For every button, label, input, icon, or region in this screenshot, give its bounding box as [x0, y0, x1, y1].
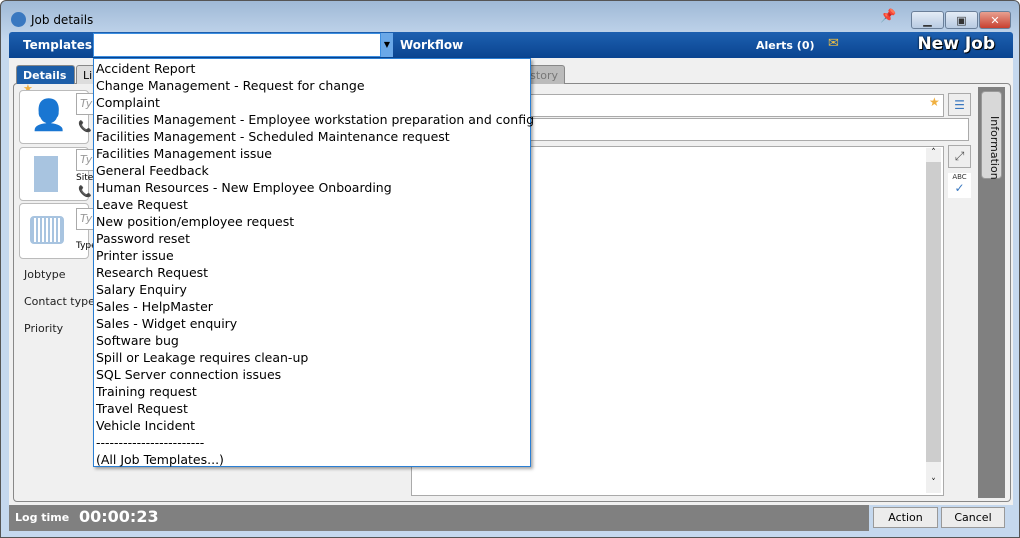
templates-dropdown-list: Accident Report Change Management - Reque…: [93, 58, 534, 468]
dropdown-item[interactable]: Salary Enquiry: [94, 281, 530, 298]
workflow-label[interactable]: Workflow: [400, 38, 463, 52]
building-icon: [34, 156, 58, 192]
maximize-button[interactable]: ▣: [945, 11, 978, 29]
log-time-value: 00:00:23: [79, 507, 159, 526]
jobtype-label: Jobtype: [24, 268, 66, 281]
phone-icon: 📞: [78, 120, 92, 133]
dropdown-item[interactable]: SQL Server connection issues: [94, 366, 530, 383]
log-time-label: Log time: [15, 511, 70, 524]
dropdown-item[interactable]: Printer issue: [94, 247, 530, 264]
contacttype-label: Contact type: [24, 295, 95, 308]
dropdown-item[interactable]: Spill or Leakage requires clean-up: [94, 349, 530, 366]
barcode-icon: [30, 216, 64, 244]
priority-label: Priority: [24, 322, 64, 335]
minimize-button[interactable]: ▁: [911, 11, 944, 29]
information-tab[interactable]: Information: [981, 91, 1002, 180]
dropdown-item[interactable]: Human Resources - New Employee Onboardin…: [94, 179, 530, 196]
dropdown-item[interactable]: Sales - HelpMaster: [94, 298, 530, 315]
dropdown-item[interactable]: Vehicle Incident: [94, 417, 530, 434]
action-button[interactable]: Action: [873, 507, 938, 528]
tab-details[interactable]: Details ★: [16, 65, 75, 95]
scroll-up-icon[interactable]: ˄: [926, 148, 941, 162]
cancel-button[interactable]: Cancel: [941, 507, 1005, 528]
phone-icon: 📞: [78, 185, 92, 198]
mode-title: New Job: [917, 34, 995, 54]
tab-label: Details: [23, 69, 67, 82]
dropdown-item[interactable]: Sales - Widget enquiry: [94, 315, 530, 332]
dropdown-item[interactable]: Complaint: [94, 94, 530, 111]
templates-label: Templates: [23, 38, 93, 52]
dropdown-item[interactable]: Training request: [94, 383, 530, 400]
dropdown-item[interactable]: Facilities Management issue: [94, 145, 530, 162]
window-title: Job details: [31, 13, 94, 27]
dropdown-item[interactable]: Facilities Management - Scheduled Mainte…: [94, 128, 530, 145]
dropdown-item[interactable]: Research Request: [94, 264, 530, 281]
site-label: Site: [76, 173, 94, 183]
dropdown-item[interactable]: ------------------------: [94, 434, 530, 451]
expand-icon[interactable]: ⤢: [948, 145, 971, 168]
star-icon: ★: [929, 95, 940, 109]
alerts-link[interactable]: Alerts (0): [756, 39, 815, 52]
pin-icon[interactable]: 📌: [880, 9, 896, 24]
templates-dropdown-button[interactable]: ▼: [381, 33, 393, 57]
app-icon: [11, 12, 26, 27]
dropdown-item[interactable]: Change Management - Request for change: [94, 77, 530, 94]
dropdown-item[interactable]: Leave Request: [94, 196, 530, 213]
scrollbar[interactable]: ˄ ˅: [926, 148, 941, 493]
new-alert-icon[interactable]: ✉: [828, 36, 846, 52]
dropdown-item[interactable]: Facilities Management - Employee worksta…: [94, 111, 534, 128]
dropdown-item[interactable]: Accident Report: [94, 60, 530, 77]
dropdown-item[interactable]: Travel Request: [94, 400, 530, 417]
dropdown-item[interactable]: Password reset: [94, 230, 530, 247]
job-details-window: Job details 📌 ▁ ▣ ✕ Templates ▼ Workflow…: [0, 0, 1020, 538]
templates-input[interactable]: [93, 33, 381, 57]
spellcheck-icon[interactable]: ABC ✓: [948, 173, 971, 198]
dropdown-item[interactable]: New position/employee request: [94, 213, 530, 230]
dropdown-item[interactable]: (All Job Templates...): [94, 451, 530, 468]
dropdown-item[interactable]: General Feedback: [94, 162, 530, 179]
scroll-thumb[interactable]: [926, 162, 941, 462]
close-button[interactable]: ✕: [979, 11, 1011, 29]
tree-icon[interactable]: ☰: [948, 93, 971, 116]
scroll-down-icon[interactable]: ˅: [926, 478, 941, 492]
dropdown-item[interactable]: Software bug: [94, 332, 530, 349]
